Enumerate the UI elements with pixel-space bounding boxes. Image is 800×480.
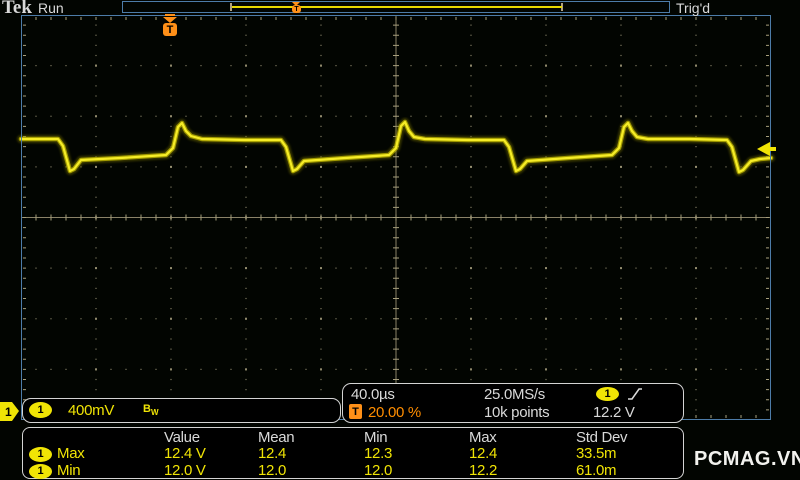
channel-number-badge: 1 (29, 402, 52, 418)
record-length: 10k points (484, 404, 550, 421)
meas-row-min: 12.0 (364, 462, 392, 479)
trigger-source-badge: 1 (596, 387, 619, 401)
svg-text:1: 1 (5, 405, 12, 419)
meas-row-mean: 12.0 (258, 462, 286, 479)
sample-rate: 25.0MS/s (484, 386, 545, 403)
trigger-position-tick (165, 14, 175, 16)
tek-logo: Tek (2, 0, 32, 18)
oscilloscope-screen: Tek Run T Trig'd T 1 1 400mV BW 40.0µs 2… (0, 0, 800, 480)
meas-row-value: 12.4 V (164, 445, 206, 462)
meas-header-max: Max (469, 429, 497, 446)
channel1-position-marker: 1 (0, 402, 19, 421)
meas-row-min: 12.3 (364, 445, 392, 462)
acquisition-state: Run (38, 0, 64, 16)
trigger-level-arrow-icon (757, 142, 776, 156)
measurement-table: Value Mean Min Max Std Dev 1 Max 12.4 V … (22, 427, 684, 479)
trigger-slope-rising-icon (628, 388, 642, 400)
meas-row-stddev: 61.0m (576, 462, 617, 479)
trigger-position-t-icon: T (163, 23, 177, 36)
meas-row-channel-badge: 1 (29, 447, 52, 462)
meas-row-channel-badge: 1 (29, 464, 52, 479)
channel-scale: 400mV (68, 402, 115, 419)
meas-row-stddev: 33.5m (576, 445, 617, 462)
bandwidth-limit-icon: BW (143, 403, 159, 417)
meas-row-name: Min (57, 462, 81, 479)
meas-row-mean: 12.4 (258, 445, 286, 462)
meas-header-value: Value (164, 429, 200, 446)
meas-header-stddev: Std Dev (576, 429, 628, 446)
meas-row-name: Max (57, 445, 85, 462)
record-window-span (232, 6, 562, 8)
trigger-position-t-badge: T (349, 404, 362, 419)
meas-row-max: 12.2 (469, 462, 497, 479)
time-per-div: 40.0µs (351, 386, 395, 403)
channel-readout-box: 1 400mV BW (22, 398, 341, 423)
graticule-border (21, 15, 771, 420)
record-view-bar: T (122, 1, 670, 13)
horizontal-trigger-readout-box: 40.0µs 25.0MS/s 1 T 20.00 % 10k points 1… (342, 383, 684, 423)
trigger-position-percent: 20.00 % (368, 404, 421, 421)
meas-row-value: 12.0 V (164, 462, 206, 479)
meas-row-max: 12.4 (469, 445, 497, 462)
trigger-level: 12.2 V (593, 404, 635, 421)
trigger-status: Trig'd (676, 0, 711, 16)
meas-header-min: Min (364, 429, 388, 446)
meas-header-mean: Mean (258, 429, 295, 446)
watermark: PCMAG.VN (694, 448, 800, 470)
record-trigger-t-icon: T (292, 5, 301, 13)
